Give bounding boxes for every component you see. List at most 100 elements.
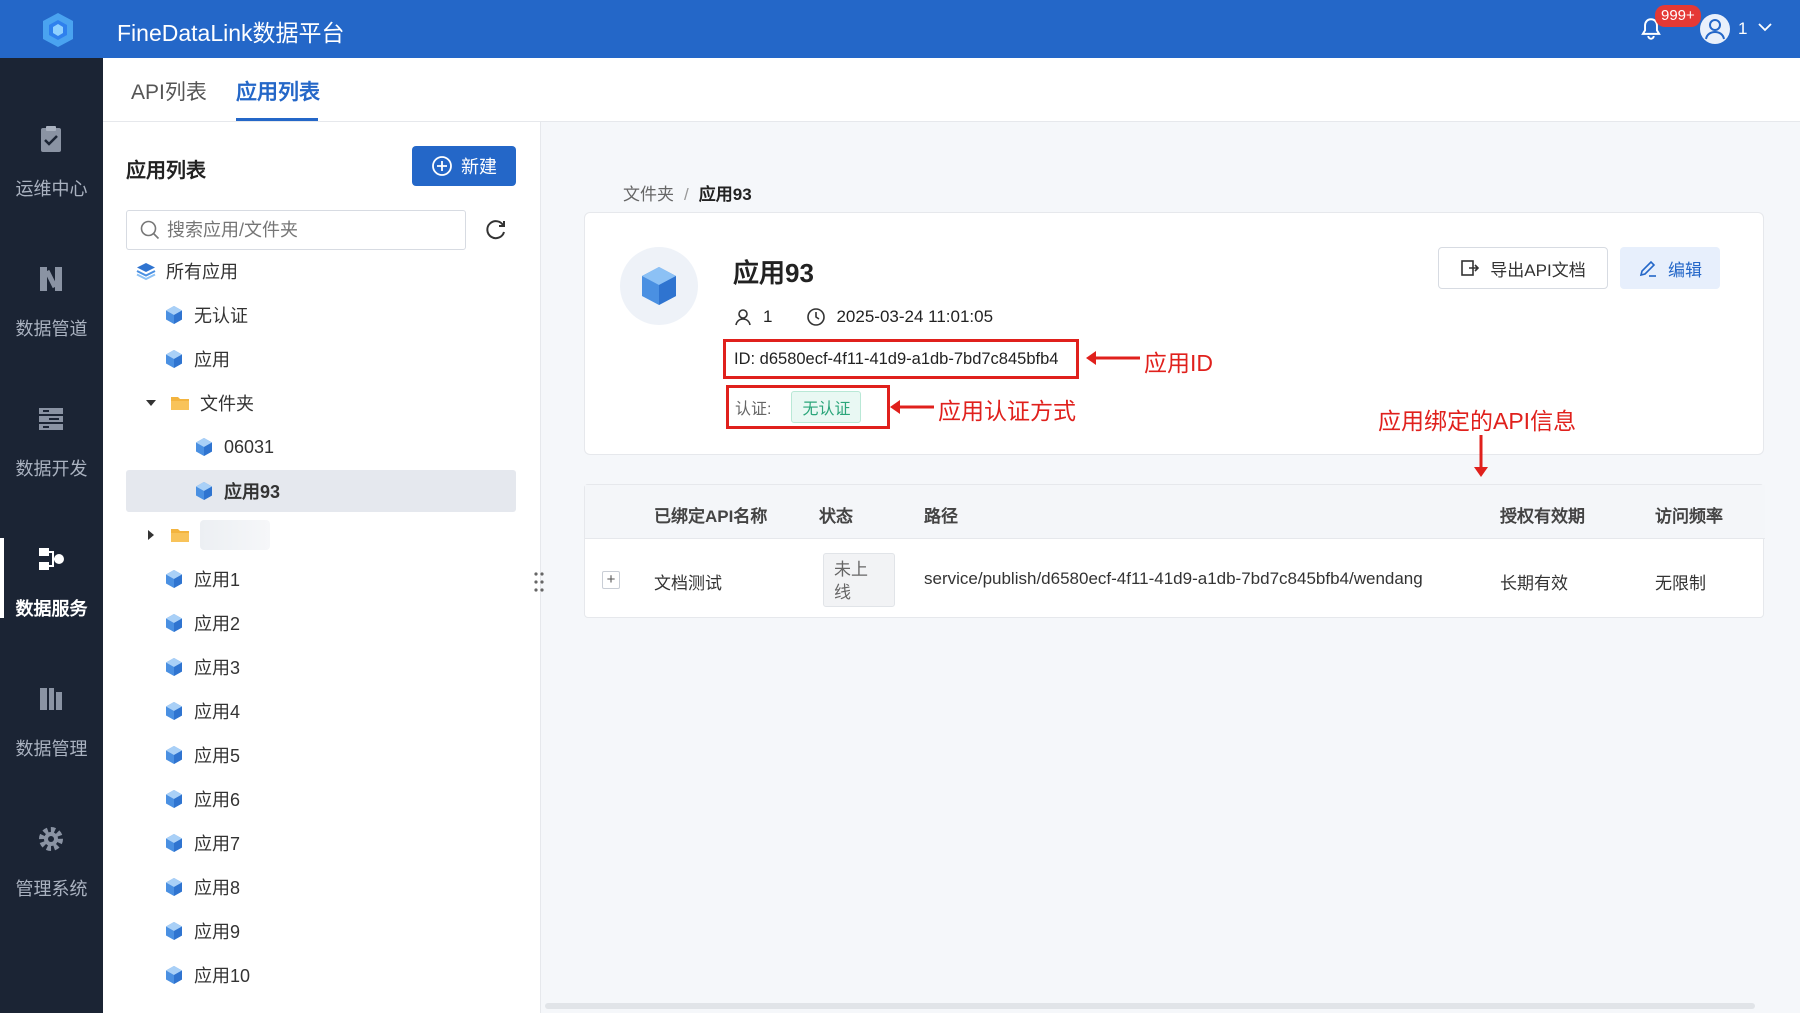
finedatalink-logo-icon[interactable] (38, 10, 78, 50)
drag-handle-icon[interactable] (532, 570, 546, 594)
clock-icon (807, 308, 826, 326)
col-header-status: 状态 (819, 507, 853, 526)
tree-app-item[interactable]: 应用 (126, 338, 516, 380)
tree-app-item[interactable]: 应用6 (126, 778, 516, 820)
search-icon (140, 220, 160, 240)
auth-highlight: 认证: 无认证 (726, 385, 890, 429)
annotation-arrow-left (890, 400, 934, 414)
frequency-cell: 无限制 (1655, 574, 1706, 593)
api-name-cell: 文档测试 (654, 574, 722, 593)
nav-item-data-pipeline[interactable]: 数据管道 (0, 238, 103, 358)
app-cube-icon (166, 570, 182, 588)
tree-app-item[interactable]: 无认证 (126, 294, 516, 336)
app-name: 应用93 (733, 258, 814, 288)
user-name[interactable]: 1 (1738, 19, 1747, 39)
nav-item-data-dev[interactable]: 数据开发 (0, 378, 103, 498)
panel-title: 应用列表 (126, 160, 206, 182)
app-created-time: 2025-03-24 11:01:05 (836, 307, 994, 326)
nav-label: 管理系统 (15, 879, 88, 899)
gear-icon (39, 827, 63, 851)
server-stack-icon (39, 408, 63, 430)
tree-root[interactable]: 所有应用 (126, 250, 516, 292)
app-cube-icon (166, 746, 182, 764)
tree-item-label: 应用6 (194, 790, 241, 810)
tree-app-item[interactable]: 应用4 (126, 690, 516, 732)
clipboard-check-icon (41, 126, 61, 152)
app-cube-icon (196, 482, 212, 500)
horizontal-scrollbar[interactable] (545, 1003, 1755, 1009)
app-id-highlight: ID: d6580ecf-4f11-41d9-a1db-7bd7c845bfb4 (723, 339, 1079, 379)
tree-app-item[interactable]: 应用93 (126, 470, 516, 512)
tree-item-label: 应用8 (194, 878, 241, 898)
caret-down-icon[interactable] (144, 396, 158, 410)
tree-app-item[interactable]: 应用5 (126, 734, 516, 776)
search-box[interactable] (126, 210, 466, 250)
tree-item-label: 无认证 (194, 306, 248, 326)
col-header-frequency: 访问频率 (1655, 507, 1723, 526)
tree-app-item[interactable]: 应用2 (126, 602, 516, 644)
nav-item-system-admin[interactable]: 管理系统 (0, 798, 103, 918)
tree-item-label: 应用10 (194, 966, 251, 986)
user-icon (735, 309, 751, 326)
app-id: ID: d6580ecf-4f11-41d9-a1db-7bd7c845bfb4 (734, 349, 1059, 368)
caret-right-icon[interactable] (144, 528, 158, 542)
search-input[interactable] (167, 219, 447, 241)
tree-item-label: 应用2 (194, 614, 241, 634)
edit-button[interactable]: 编辑 (1620, 247, 1720, 289)
nav-label: 数据服务 (15, 599, 88, 619)
nav-item-data-service[interactable]: 数据服务 (0, 518, 103, 638)
nav-label: 数据开发 (15, 459, 88, 479)
tree-item-label: 所有应用 (166, 262, 238, 282)
annotation-arrow-left (1086, 351, 1140, 365)
breadcrumb-parent[interactable]: 文件夹 (623, 185, 674, 204)
expand-row-button[interactable]: + (602, 571, 620, 589)
tree-app-item[interactable]: 应用8 (126, 866, 516, 908)
refresh-icon[interactable] (483, 217, 509, 243)
tree-app-item[interactable]: 应用1 (126, 558, 516, 600)
folder-icon (171, 397, 189, 410)
new-app-button[interactable]: 新建 (412, 146, 516, 186)
app-cube-icon (166, 878, 182, 896)
tree-app-item[interactable]: 应用10 (126, 954, 516, 996)
app-cube-icon (166, 306, 182, 324)
tree-item-label: 应用7 (194, 834, 241, 854)
tab-app-list[interactable]: 应用列表 (236, 76, 320, 106)
api-path-cell: service/publish/d6580ecf-4f11-41d9-a1db-… (924, 569, 1423, 588)
app-cube-icon (166, 966, 182, 984)
book-shelf-icon (40, 688, 62, 710)
tree-app-item[interactable]: 06031 (126, 426, 516, 468)
col-header-validity: 授权有效期 (1500, 507, 1585, 526)
export-button-label: 导出API文档 (1490, 260, 1586, 280)
tab-api-list[interactable]: API列表 (131, 76, 207, 106)
tree-app-item[interactable]: 应用3 (126, 646, 516, 688)
user-avatar[interactable] (1700, 14, 1730, 44)
pipeline-icon (40, 267, 62, 291)
tree-item-label: 应用5 (194, 746, 241, 766)
app-owner: 1 (763, 307, 773, 326)
app-list-panel: 应用列表 新建 所有应用无认证应用文件夹 06031 应用93 应用1 应用2 应用3 应用… (103, 122, 541, 1013)
plus-circle-icon (432, 156, 452, 176)
app-cube-icon (166, 834, 182, 852)
nav-label: 数据管道 (15, 319, 88, 339)
app-cube-icon (166, 702, 182, 720)
app-cube-icon (166, 614, 182, 632)
app-cube-icon (196, 438, 212, 456)
app-meta: 1 2025-03-24 11:01:05 (733, 307, 993, 327)
tree-app-item[interactable]: 应用9 (126, 910, 516, 952)
breadcrumb-separator: / (684, 185, 689, 204)
auth-method-tag: 无认证 (791, 391, 862, 423)
app-info-card: 应用93 1 2025-03-24 11:01:05 ID: d6580ecf-… (584, 212, 1764, 455)
nav-item-ops-center[interactable]: 运维中心 (0, 98, 103, 218)
col-header-api-name: 已绑定API名称 (654, 507, 768, 526)
app-title: FineDataLink数据平台 (117, 20, 345, 46)
tree-app-item[interactable]: 应用7 (126, 822, 516, 864)
chevron-down-icon[interactable] (1756, 18, 1774, 36)
col-header-path: 路径 (924, 507, 958, 526)
export-api-doc-button[interactable]: 导出API文档 (1438, 247, 1608, 289)
data-service-icon (39, 548, 64, 570)
top-bar: FineDataLink数据平台 999+ 1 (0, 0, 1800, 58)
nav-item-data-management[interactable]: 数据管理 (0, 658, 103, 778)
tree-folder[interactable] (126, 514, 516, 556)
tree-folder[interactable]: 文件夹 (126, 382, 516, 424)
nav-label: 运维中心 (15, 179, 88, 199)
